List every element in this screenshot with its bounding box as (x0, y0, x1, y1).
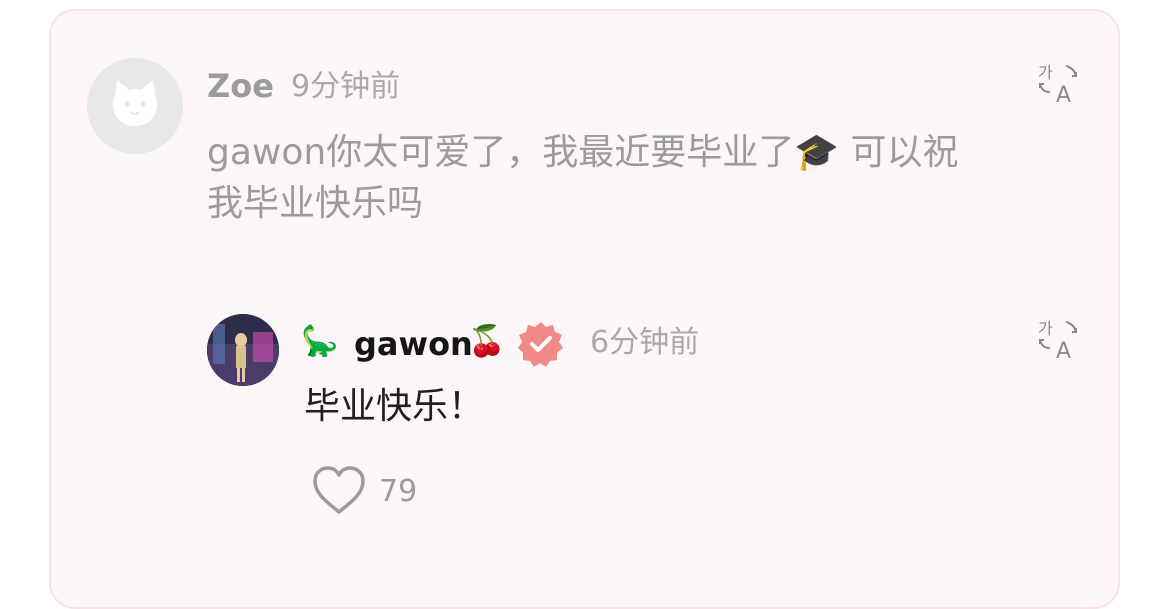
svg-text:가: 가 (1038, 63, 1053, 82)
verified-badge-icon (517, 320, 565, 368)
reply-time: 6分钟前 (590, 325, 700, 360)
reply-text: 毕业快乐！ (304, 386, 485, 427)
comment-text: gawon你太可爱了，我最近要毕业了🎓 可以祝我毕业快乐吗 (207, 132, 959, 224)
reply-author[interactable]: gawon (354, 324, 473, 364)
cherry-emoji: 🍒 (468, 324, 506, 359)
like-button[interactable]: 79 (311, 464, 417, 518)
comment-author[interactable]: Zoe (207, 66, 274, 106)
reply-avatar[interactable] (207, 314, 279, 386)
cat-avatar-icon (113, 80, 157, 126)
svg-text:A: A (1056, 339, 1071, 362)
translate-icon-reply[interactable]: 가 A (1036, 318, 1080, 364)
comment-time: 9分钟前 (291, 69, 401, 104)
dinosaur-emoji: 🦕 (301, 324, 339, 359)
user-avatar[interactable] (87, 58, 183, 154)
translate-icon[interactable]: 가 A (1036, 62, 1080, 108)
svg-text:가: 가 (1038, 319, 1053, 338)
heart-icon (313, 466, 365, 514)
svg-text:A: A (1056, 83, 1071, 106)
like-count: 79 (379, 473, 418, 509)
